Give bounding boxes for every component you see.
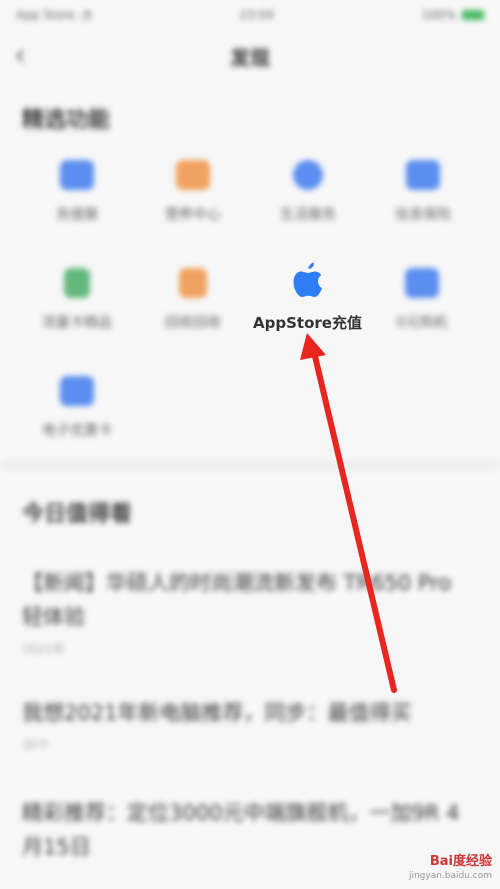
news-item[interactable]: 我想2021年新电脑推荐，同步：最值得买 30个 [22, 696, 472, 753]
page-title: 发现 [230, 46, 270, 70]
featured-item-recharge[interactable]: 充值服 [22, 160, 132, 224]
featured-item-appstore-recharge[interactable]: AppStore充值 [245, 262, 370, 333]
battery-icon [462, 10, 484, 20]
sim-icon [64, 268, 90, 298]
bag-icon [176, 160, 210, 190]
watermark: Bai度经验 jingyan.baidu.com [409, 855, 492, 883]
featured-item-insurance[interactable]: 信息保险 [368, 160, 478, 224]
today-section-title: 今日值得看 [22, 502, 133, 527]
apple-icon [293, 262, 322, 297]
featured-section-title: 精选功能 [22, 108, 111, 133]
featured-item-label: 充值服 [56, 207, 98, 223]
card-icon [60, 160, 94, 190]
status-bar: App Store ◔ 23:04 100% [0, 0, 500, 30]
news-item[interactable]: 精彩推荐：定位3000元中端旗舰机，一加9R 4月15日 [22, 796, 472, 870]
battery-text: 100% [421, 8, 456, 22]
calendar-icon [406, 160, 440, 190]
featured-item-label: AppStore充值 [253, 314, 362, 332]
featured-item-zero-phone[interactable]: 0元购机 [372, 268, 472, 332]
wifi-icon: ◔ [80, 8, 92, 22]
section-divider [0, 460, 500, 470]
nav-bar: ‹ 发现 [0, 34, 500, 78]
featured-item-life-service[interactable]: 生活服务 [253, 160, 363, 224]
phone-icon [405, 268, 439, 298]
carrier-text: App Store [16, 8, 75, 22]
clock-text: 23:04 [239, 8, 274, 22]
watermark-brand: Bai度经验 [429, 854, 492, 869]
circle-icon [293, 160, 323, 190]
featured-item-sim[interactable]: 流量卡精品 [22, 268, 132, 332]
news-meta: 30个 [22, 738, 50, 752]
featured-item-recycle[interactable]: 回收回收 [138, 268, 248, 332]
featured-item-label: 营养中心 [165, 207, 221, 223]
featured-item-label: 流量卡精品 [42, 315, 112, 331]
featured-item-label: 信息保险 [395, 207, 451, 223]
featured-item-label: 0元购机 [396, 315, 448, 331]
news-title: 【新闻】华硕人的时尚潮流新发布 TR650 Pro 轻体验 [22, 571, 452, 629]
featured-item-label: 生活服务 [280, 207, 336, 223]
news-title: 精彩推荐：定位3000元中端旗舰机，一加9R 4月15日 [22, 801, 460, 859]
featured-item-nutrition[interactable]: 营养中心 [138, 160, 248, 224]
featured-item-label: 电子优惠卡 [42, 423, 112, 439]
news-meta: 2021年 [22, 642, 65, 656]
watermark-url: jingyan.baidu.com [408, 871, 492, 881]
featured-item-label: 回收回收 [165, 315, 221, 331]
news-title: 我想2021年新电脑推荐，同步：最值得买 [22, 701, 412, 725]
box-icon [179, 268, 207, 298]
featured-item-coupon[interactable]: 电子优惠卡 [22, 376, 132, 440]
ticket-icon [60, 376, 94, 406]
news-item[interactable]: 【新闻】华硕人的时尚潮流新发布 TR650 Pro 轻体验 2021年 [22, 566, 472, 657]
